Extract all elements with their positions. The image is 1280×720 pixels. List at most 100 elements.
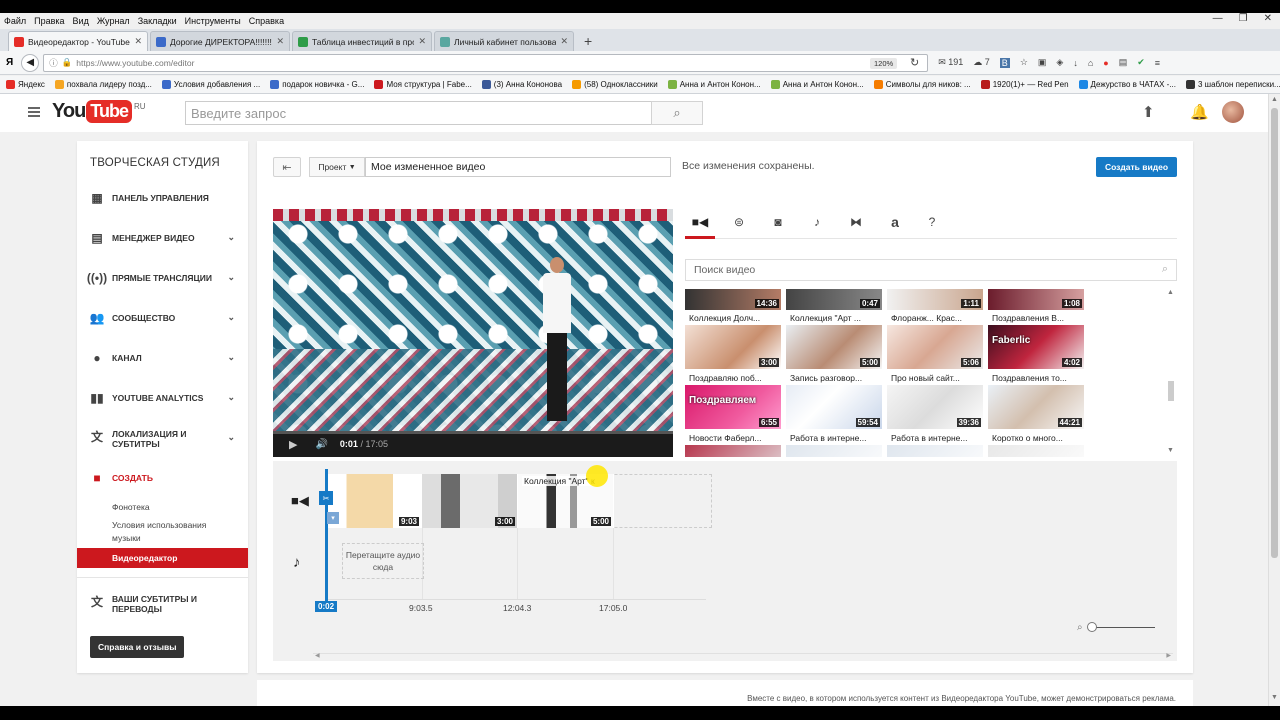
scroll-right-icon[interactable]: ▶ xyxy=(1166,652,1171,659)
scrollbar-thumb[interactable] xyxy=(1271,108,1278,558)
bookmark-item[interactable]: (3) Анна Кононова xyxy=(481,80,562,89)
scroll-up-icon[interactable]: ▲ xyxy=(1167,289,1174,296)
sidebar-item-channel[interactable]: ● КАНАЛ ⌄ xyxy=(77,348,248,368)
timeline-clip[interactable]: 9:03 xyxy=(328,474,422,528)
browser-tab[interactable]: Дорогие ДИРЕКТОРА!!!!!!!! ✕ xyxy=(150,31,290,51)
scroll-left-icon[interactable]: ◀ xyxy=(315,652,320,659)
video-preview[interactable]: ▶ 🔊 0:01 / 17:05 xyxy=(273,209,673,457)
library-video-item[interactable]: Запись разговор... 59:54 xyxy=(786,373,882,429)
bell-icon[interactable]: 🔔 xyxy=(1190,103,1209,121)
tab-close-icon[interactable]: ✕ xyxy=(418,36,426,47)
maximize-icon[interactable]: ❐ xyxy=(1239,13,1248,24)
vk-icon[interactable]: B xyxy=(999,57,1010,68)
library-scrollbar-thumb[interactable] xyxy=(1168,381,1174,401)
chevron-down-icon[interactable]: ⌄ xyxy=(227,312,235,323)
bookmark-item[interactable]: подарок новичка - G... xyxy=(270,80,364,89)
library-video-item[interactable]: Поздравления В... Faberlic 4:02 xyxy=(988,313,1084,369)
menu-item[interactable]: Закладки xyxy=(138,16,177,26)
sidebar-sub-audio-library[interactable]: Фонотека xyxy=(112,501,150,514)
library-video-item[interactable]: Новости Фаберл... xyxy=(685,433,781,457)
tab-transitions-icon[interactable]: ⧓ xyxy=(847,214,865,230)
menu-item[interactable]: Инструменты xyxy=(185,16,241,26)
mail-icon[interactable]: ✉ 191 xyxy=(938,57,963,68)
page-scrollbar[interactable]: ▲ ▼ xyxy=(1268,94,1280,706)
tab-help-icon[interactable]: ? xyxy=(923,214,941,230)
zoom-level[interactable]: 120% xyxy=(870,57,898,69)
zoom-slider-track[interactable] xyxy=(1086,622,1155,632)
avatar[interactable] xyxy=(1222,101,1244,123)
sidebar-sub-video-editor[interactable]: Видеоредактор xyxy=(77,548,248,568)
browser-tab[interactable]: Личный кабинет пользова ✕ xyxy=(434,31,574,51)
chevron-down-icon[interactable]: ⌄ xyxy=(227,432,235,443)
timeline-clip[interactable]: 3:00 xyxy=(422,474,518,528)
library-video-item[interactable]: Флоранж... Крас... 5:06 xyxy=(887,313,983,369)
sidebar-item-dashboard[interactable]: ▦ ПАНЕЛЬ УПРАВЛЕНИЯ xyxy=(77,188,248,208)
bookmark-item[interactable]: Моя структура | Fabe... xyxy=(374,80,472,89)
back-arrow-icon[interactable]: ◀ xyxy=(21,53,40,72)
tab-text-icon[interactable]: a xyxy=(886,214,904,230)
sidebar-item-community[interactable]: 👥 СООБЩЕСТВО ⌄ xyxy=(77,308,248,328)
close-icon[interactable]: ✕ xyxy=(1264,13,1272,24)
youtube-logo[interactable]: You Tube RU xyxy=(52,100,146,123)
library-video-item[interactable]: Поздравляю поб... Поздравляем 6:55 xyxy=(685,373,781,429)
tab-music-note-icon[interactable]: ♪ xyxy=(808,214,826,230)
bookmark-item[interactable]: Анна и Антон Конон... xyxy=(770,80,864,89)
scroll-up-icon[interactable]: ▲ xyxy=(1271,96,1278,103)
library-video-item[interactable]: 0:47 xyxy=(786,289,882,310)
sidebar-item-analytics[interactable]: ▮▮ YOUTUBE ANALYTICS ⌄ xyxy=(77,388,248,408)
tab-close-icon[interactable]: ✕ xyxy=(134,36,142,47)
translate-ext-icon[interactable]: ▤ xyxy=(1119,57,1128,68)
search-icon[interactable]: ⌕ xyxy=(651,101,703,125)
library-video-item[interactable]: 1:11 xyxy=(887,289,983,310)
library-scrollbar[interactable]: ▲ ▼ xyxy=(1166,289,1176,457)
menu-icon[interactable]: ≡ xyxy=(1155,58,1160,68)
playhead-handle-icon[interactable]: ▾ xyxy=(327,512,339,524)
bookmark-item[interactable]: 3 шаблон переписки... xyxy=(1185,80,1280,89)
zoom-slider-knob[interactable] xyxy=(1086,622,1097,632)
create-video-button[interactable]: Создать видео xyxy=(1096,157,1177,177)
audio-drop-zone[interactable]: Перетащите аудио сюда xyxy=(342,543,424,579)
hamburger-icon[interactable] xyxy=(28,107,40,117)
browser-tab[interactable]: Видеоредактор - YouTube ✕ xyxy=(8,31,148,51)
library-video-item[interactable]: 1:08 xyxy=(988,289,1084,310)
library-video-item[interactable]: Работа в интерне... xyxy=(786,433,882,457)
minimize-icon[interactable]: — xyxy=(1213,13,1223,24)
chevron-down-icon[interactable]: ⌄ xyxy=(227,392,235,403)
bookmark-item[interactable]: Дежурство в ЧАТАХ -... xyxy=(1078,80,1176,89)
new-tab-icon[interactable]: + xyxy=(576,31,600,51)
clipboard-icon[interactable]: ▣ xyxy=(1038,57,1047,68)
library-video-item[interactable]: Работа в интерне... xyxy=(887,433,983,457)
sidebar-item-create[interactable]: ■ СОЗДАТЬ xyxy=(77,468,248,488)
pocket-icon[interactable]: ◈ xyxy=(1056,57,1063,68)
scroll-down-icon[interactable]: ▼ xyxy=(1167,447,1174,454)
chevron-down-icon[interactable]: ⌄ xyxy=(227,272,235,283)
player-progress-bar[interactable] xyxy=(273,431,673,434)
library-video-item[interactable]: Коротко о много... xyxy=(988,433,1084,457)
yandex-logo[interactable]: Я xyxy=(6,57,13,68)
sidebar-item-your-subtitles[interactable]: 文 ВАШИ СУБТИТРЫ И ПЕРЕВОДЫ xyxy=(77,591,248,619)
sidebar-item-localization[interactable]: 文 ЛОКАЛИЗАЦИЯ И СУБТИТРЫ ⌄ xyxy=(77,424,248,452)
bookmark-item[interactable]: Символы для ников: ... xyxy=(873,80,971,89)
library-video-item[interactable]: 14:36 xyxy=(685,289,781,310)
tab-close-icon[interactable]: ✕ xyxy=(560,36,568,47)
timeline-playhead[interactable] xyxy=(325,469,328,601)
bookmark-item[interactable]: похвала лидеру позд... xyxy=(54,80,152,89)
play-icon[interactable]: ▶ xyxy=(289,438,297,451)
sidebar-item-live[interactable]: ((•)) ПРЯМЫЕ ТРАНСЛЯЦИИ ⌄ xyxy=(77,268,248,288)
sidebar-sub-music-policy[interactable]: Условия использования музыки xyxy=(112,519,237,545)
reload-icon[interactable]: ↻ xyxy=(910,56,919,69)
download-icon[interactable]: ↓ xyxy=(1073,58,1078,68)
sidebar-item-video-manager[interactable]: ▤ МЕНЕДЖЕР ВИДЕО ⌄ xyxy=(77,228,248,248)
menu-item[interactable]: Вид xyxy=(73,16,89,26)
chevron-down-icon[interactable]: ⌄ xyxy=(227,232,235,243)
menu-item[interactable]: Журнал xyxy=(97,16,130,26)
bookmark-item[interactable]: Яндекс xyxy=(6,80,45,89)
youtube-search-input[interactable]: Введите запрос xyxy=(185,101,652,125)
extension-icon[interactable]: ● xyxy=(1103,58,1108,68)
help-feedback-button[interactable]: Справка и отзывы xyxy=(90,636,185,658)
browser-tab[interactable]: Таблица инвестиций в про ✕ xyxy=(292,31,432,51)
library-video-item[interactable]: Поздравления то... 44:21 xyxy=(988,373,1084,429)
library-video-item[interactable]: Коллекция "Арт ... 5:00 xyxy=(786,313,882,369)
tab-close-icon[interactable]: ✕ xyxy=(276,36,284,47)
volume-icon[interactable]: 🔊 xyxy=(315,439,327,450)
